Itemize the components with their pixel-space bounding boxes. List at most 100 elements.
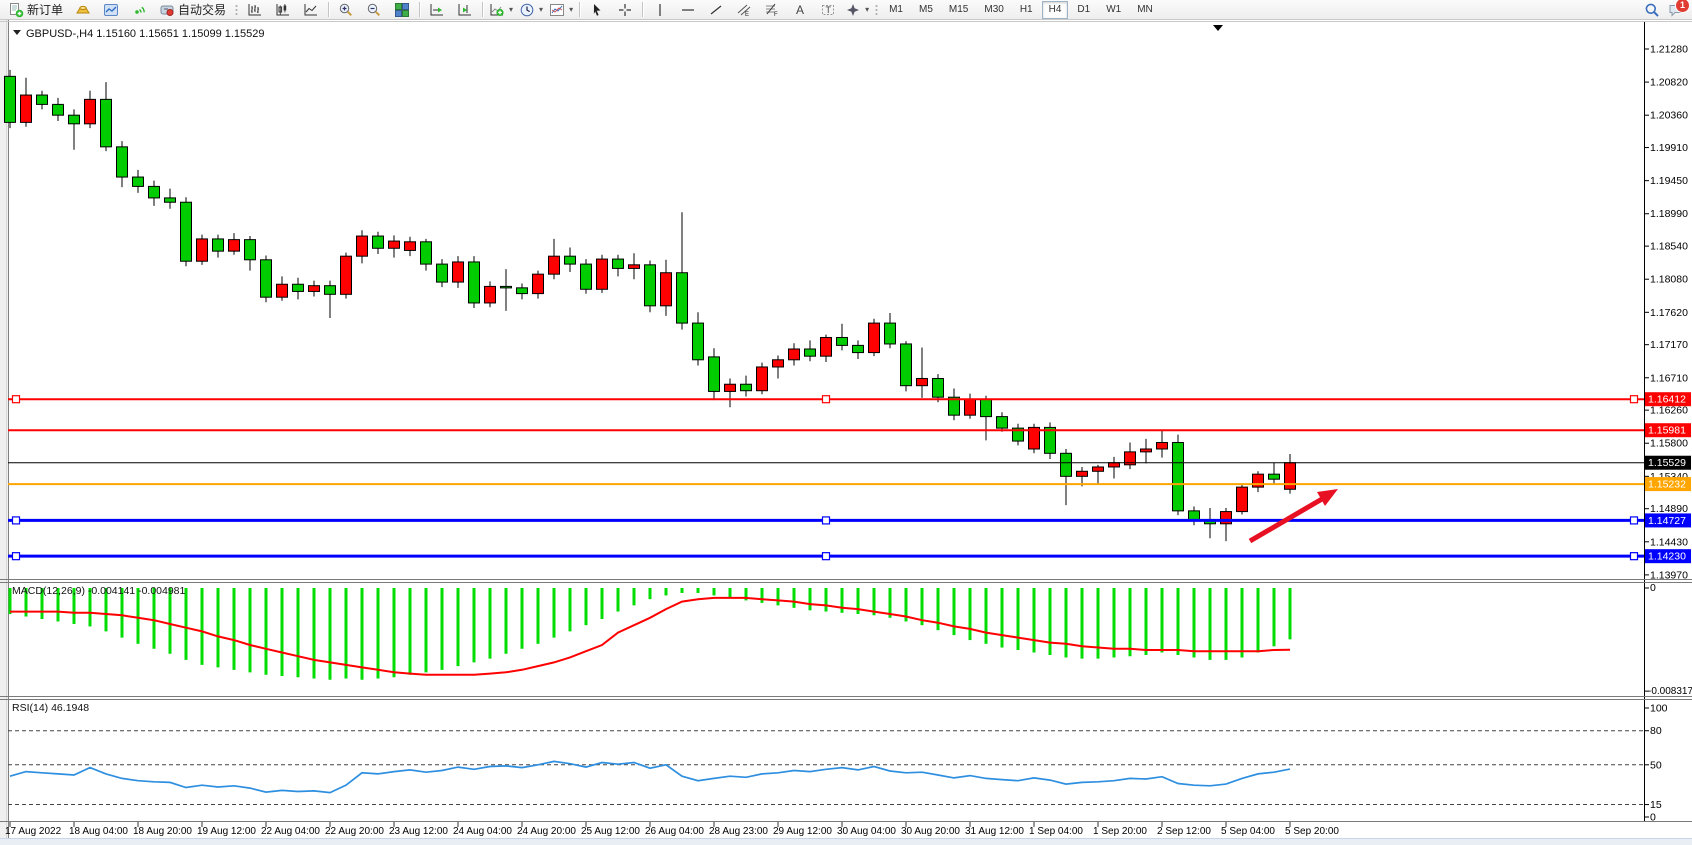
zoom-out-button[interactable] (360, 0, 388, 20)
svg-text:5 Sep 20:00: 5 Sep 20:00 (1285, 826, 1339, 837)
svg-text:1.21280: 1.21280 (1650, 44, 1688, 56)
cursor-button[interactable] (583, 0, 611, 20)
svg-text:1.17170: 1.17170 (1650, 339, 1688, 351)
svg-text:1.15800: 1.15800 (1650, 438, 1688, 450)
templates-button[interactable]: ▾ (546, 0, 576, 20)
terminal-button[interactable] (97, 0, 125, 20)
text-icon: A (792, 2, 808, 18)
svg-text:26 Aug 04:00: 26 Aug 04:00 (645, 826, 704, 837)
svg-text:1.18080: 1.18080 (1650, 274, 1688, 286)
svg-text:1.14230: 1.14230 (1648, 551, 1686, 563)
equidistant-channel-icon: E (736, 2, 752, 18)
tf-w1[interactable]: W1 (1099, 1, 1128, 19)
svg-text:1 Sep 04:00: 1 Sep 04:00 (1029, 826, 1083, 837)
window-bottom-edge (0, 838, 1692, 845)
text-button[interactable]: A (786, 0, 814, 20)
svg-text:GBPUSD-,H4 1.15160 1.15651 1.: GBPUSD-,H4 1.15160 1.15651 1.15099 1.155… (26, 28, 265, 40)
svg-text:1.14430: 1.14430 (1650, 536, 1688, 548)
crosshair-button[interactable] (611, 0, 639, 20)
autotrading-button-label: 自动交易 (178, 1, 226, 18)
price-label-1.15981: 1.15981 (1645, 423, 1691, 437)
zoom-in-button[interactable] (332, 0, 360, 20)
fibonacci-button[interactable]: F (758, 0, 786, 20)
svg-text:1.14727: 1.14727 (1648, 515, 1686, 527)
svg-text:-0.008317: -0.008317 (1648, 686, 1692, 697)
arrows-icon (845, 2, 861, 18)
templates-icon (549, 2, 565, 18)
horizontal-line-button[interactable] (674, 0, 702, 20)
zoom-out-icon (366, 2, 382, 18)
price-label-1.16412: 1.16412 (1645, 392, 1691, 406)
svg-text:1.18990: 1.18990 (1650, 208, 1688, 220)
svg-text:2 Sep 12:00: 2 Sep 12:00 (1157, 826, 1211, 837)
toolbar-separator (642, 2, 643, 17)
equidistant-channel-button[interactable]: E (730, 0, 758, 20)
svg-text:1.15529: 1.15529 (1648, 457, 1686, 469)
main-toolbar: 新订单 自动交易 ▾ ▾ ▾ EFA T ▾ M1M5M15M30H1H4D1W1MN 1 (0, 0, 1692, 20)
tf-m1[interactable]: M1 (882, 1, 910, 19)
svg-text:1.16412: 1.16412 (1648, 394, 1686, 406)
auto-scroll-icon (429, 2, 445, 18)
svg-text:22 Aug 04:00: 22 Aug 04:00 (261, 826, 320, 837)
arrows-button-dropdown[interactable]: ▾ (865, 5, 869, 14)
candlestick-chart-button[interactable] (269, 0, 297, 20)
tf-m30[interactable]: M30 (977, 1, 1010, 19)
indicators-button[interactable]: ▾ (486, 0, 516, 20)
autotrading-button[interactable]: 自动交易 (153, 0, 232, 20)
templates-button-dropdown[interactable]: ▾ (569, 5, 573, 14)
gold-ingot-button[interactable] (69, 0, 97, 20)
svg-text:T: T (826, 5, 832, 15)
price-label-1.14727: 1.14727 (1645, 513, 1691, 527)
toolbar-separator (328, 2, 329, 17)
new-order-button-label: 新订单 (27, 1, 63, 18)
arrows-button[interactable]: ▾ (842, 0, 872, 20)
svg-text:1.14890: 1.14890 (1650, 503, 1688, 515)
svg-text:1.15232: 1.15232 (1648, 479, 1686, 491)
tile-windows-button[interactable] (388, 0, 416, 20)
chart-svg[interactable]: GBPUSD-,H4 1.15160 1.15651 1.15099 1.155… (0, 20, 1692, 840)
svg-text:29 Aug 12:00: 29 Aug 12:00 (773, 826, 832, 837)
indicators-button-dropdown[interactable]: ▾ (509, 5, 513, 14)
svg-text:1 Sep 20:00: 1 Sep 20:00 (1093, 826, 1147, 837)
chart-area[interactable]: GBPUSD-,H4 1.15160 1.15651 1.15099 1.155… (0, 20, 1692, 840)
auto-scroll-button[interactable] (423, 0, 451, 20)
svg-text:1.20360: 1.20360 (1650, 110, 1688, 122)
svg-text:1.20820: 1.20820 (1650, 77, 1688, 89)
tf-mn[interactable]: MN (1130, 1, 1160, 19)
svg-text:22 Aug 20:00: 22 Aug 20:00 (325, 826, 384, 837)
price-label-1.15232: 1.15232 (1645, 477, 1691, 491)
new-order-icon (8, 2, 24, 18)
tf-m15[interactable]: M15 (942, 1, 975, 19)
fibonacci-icon: F (764, 2, 780, 18)
periods-button-dropdown[interactable]: ▾ (539, 5, 543, 14)
bar-chart-button[interactable] (241, 0, 269, 20)
indicators-icon (489, 2, 505, 18)
vertical-line-icon (652, 2, 668, 18)
new-order-button[interactable]: 新订单 (2, 0, 69, 20)
toolbar-separator (419, 2, 420, 17)
vertical-line-button[interactable] (646, 0, 674, 20)
svg-text:28 Aug 23:00: 28 Aug 23:00 (709, 826, 768, 837)
toolbar-separator (579, 2, 580, 17)
svg-text:0: 0 (1650, 812, 1656, 824)
toolbar-separator (482, 2, 483, 17)
crosshair-icon (617, 2, 633, 18)
periods-button[interactable]: ▾ (516, 0, 546, 20)
trendline-button[interactable] (702, 0, 730, 20)
line-chart-button[interactable] (297, 0, 325, 20)
signals-button[interactable] (125, 0, 153, 20)
terminal-icon (103, 2, 119, 18)
text-label-button[interactable]: T (814, 0, 842, 20)
tf-h1[interactable]: H1 (1013, 1, 1040, 19)
notification-badge: 1 (1675, 0, 1690, 13)
search-icon[interactable] (1644, 2, 1660, 18)
tf-h4[interactable]: H4 (1042, 1, 1069, 19)
zoom-in-icon (338, 2, 354, 18)
tf-m5[interactable]: M5 (912, 1, 940, 19)
chat-button[interactable]: 1 (1668, 2, 1684, 18)
chart-shift-button[interactable] (451, 0, 479, 20)
svg-text:80: 80 (1650, 725, 1662, 737)
tf-d1[interactable]: D1 (1070, 1, 1097, 19)
rsi-label: RSI(14) 46.1948 (12, 702, 89, 714)
svg-text:19 Aug 12:00: 19 Aug 12:00 (197, 826, 256, 837)
